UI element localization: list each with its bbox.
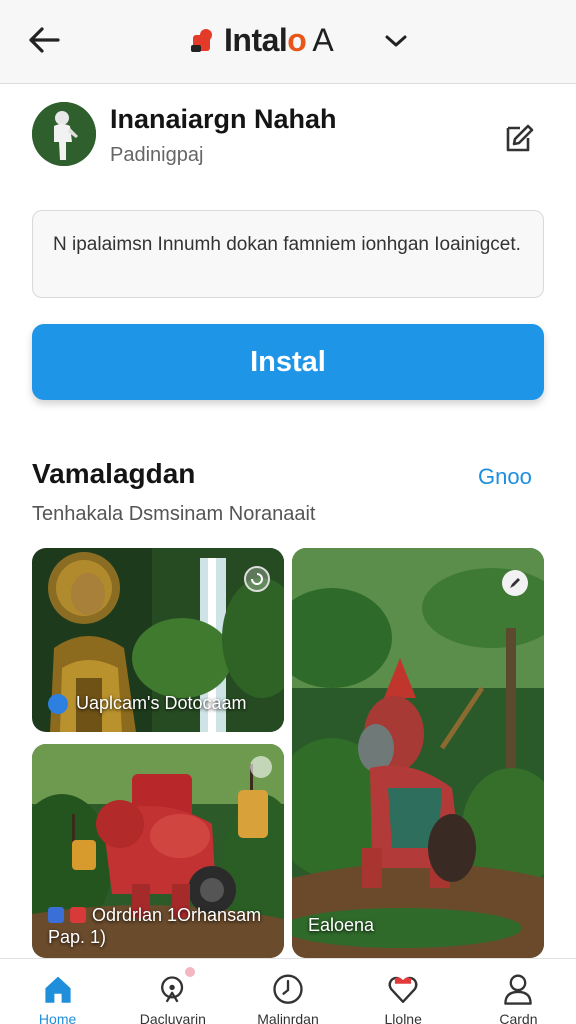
nav-item-home[interactable]: Home <box>0 959 115 1024</box>
card-caption: Uaplcam's Dotocaam <box>48 693 247 714</box>
install-button[interactable]: Instal <box>32 324 544 400</box>
card-badge <box>244 566 270 592</box>
card-badge <box>250 756 272 778</box>
brand-dropdown-button[interactable] <box>380 26 412 56</box>
edit-icon <box>506 124 534 152</box>
nav-item-profile[interactable]: Cardn <box>461 959 576 1024</box>
jungle-creature-image <box>292 548 544 958</box>
chevron-down-icon <box>385 35 407 47</box>
section-subtitle: Tenhakala Dsmsinam Noranaait <box>32 503 316 525</box>
profile-icon <box>504 974 533 1005</box>
refresh-icon <box>251 573 263 585</box>
nav-label: Home <box>38 1011 77 1024</box>
app-icon <box>48 907 64 923</box>
notification-dot <box>185 967 196 977</box>
card-badge <box>502 570 528 596</box>
avatar-figure-icon <box>32 102 96 166</box>
avatar[interactable] <box>32 102 96 166</box>
card-caption-text: Ealoena <box>308 915 375 935</box>
section-title: Vamalagdan <box>32 458 196 489</box>
gallery-card[interactable]: Ealoena <box>292 548 544 958</box>
brand-logo-icon <box>191 29 212 52</box>
nav-label: Cardn <box>499 1011 538 1024</box>
edit-button[interactable] <box>498 118 538 158</box>
nav-item-history[interactable]: Malinrdan <box>230 959 345 1024</box>
profile-subtitle: Padinigpaj <box>110 144 204 166</box>
card-caption-text: Odrdrlan 1Orhansam <box>92 905 262 925</box>
card-caption-subtext: Pap. 1) <box>48 927 107 947</box>
nav-item-likes[interactable]: Llolne <box>346 959 461 1024</box>
clock-icon <box>273 974 303 1004</box>
nav-item-discover[interactable]: Dacluvarin <box>115 959 230 1024</box>
nav-label: Malinrdan <box>257 1011 319 1024</box>
card-caption: Odrdrlan 1Orhansam Pap. 1) <box>48 904 261 948</box>
section-see-more-link[interactable]: Gnoo <box>478 464 532 490</box>
shield-red-icon <box>70 907 86 923</box>
brand: Intalo A <box>190 20 334 60</box>
back-button[interactable] <box>24 22 64 58</box>
bottom-navigation: Home Dacluvarin Malinrdan Llolne Cardn <box>0 958 576 1024</box>
nav-label: Dacluvarin <box>139 1011 206 1024</box>
home-icon <box>44 976 71 1003</box>
gallery-card[interactable]: Odrdrlan 1Orhansam Pap. 1) <box>32 744 284 958</box>
gallery-card[interactable]: Uaplcam's Dotocaam <box>32 548 284 732</box>
top-app-bar: Intalo A <box>0 0 576 84</box>
profile-name: Inanaiargn Nahah <box>110 104 337 134</box>
profile-header: Inanaiargn Nahah Padinigpaj <box>32 102 544 172</box>
shield-icon <box>48 693 68 714</box>
arrow-left-icon <box>29 27 60 53</box>
card-caption: Ealoena <box>308 915 374 936</box>
nav-label: Llolne <box>384 1011 422 1024</box>
brand-name: Intalo A <box>224 21 334 58</box>
discover-icon <box>160 976 183 1003</box>
heart-icon <box>388 976 418 1003</box>
card-caption-text: Uaplcam's Dotocaam <box>76 693 247 713</box>
description-box: N ipalaimsn Innumh dokan famniem ionhgan… <box>32 210 544 298</box>
edit-pen-icon <box>510 578 520 588</box>
